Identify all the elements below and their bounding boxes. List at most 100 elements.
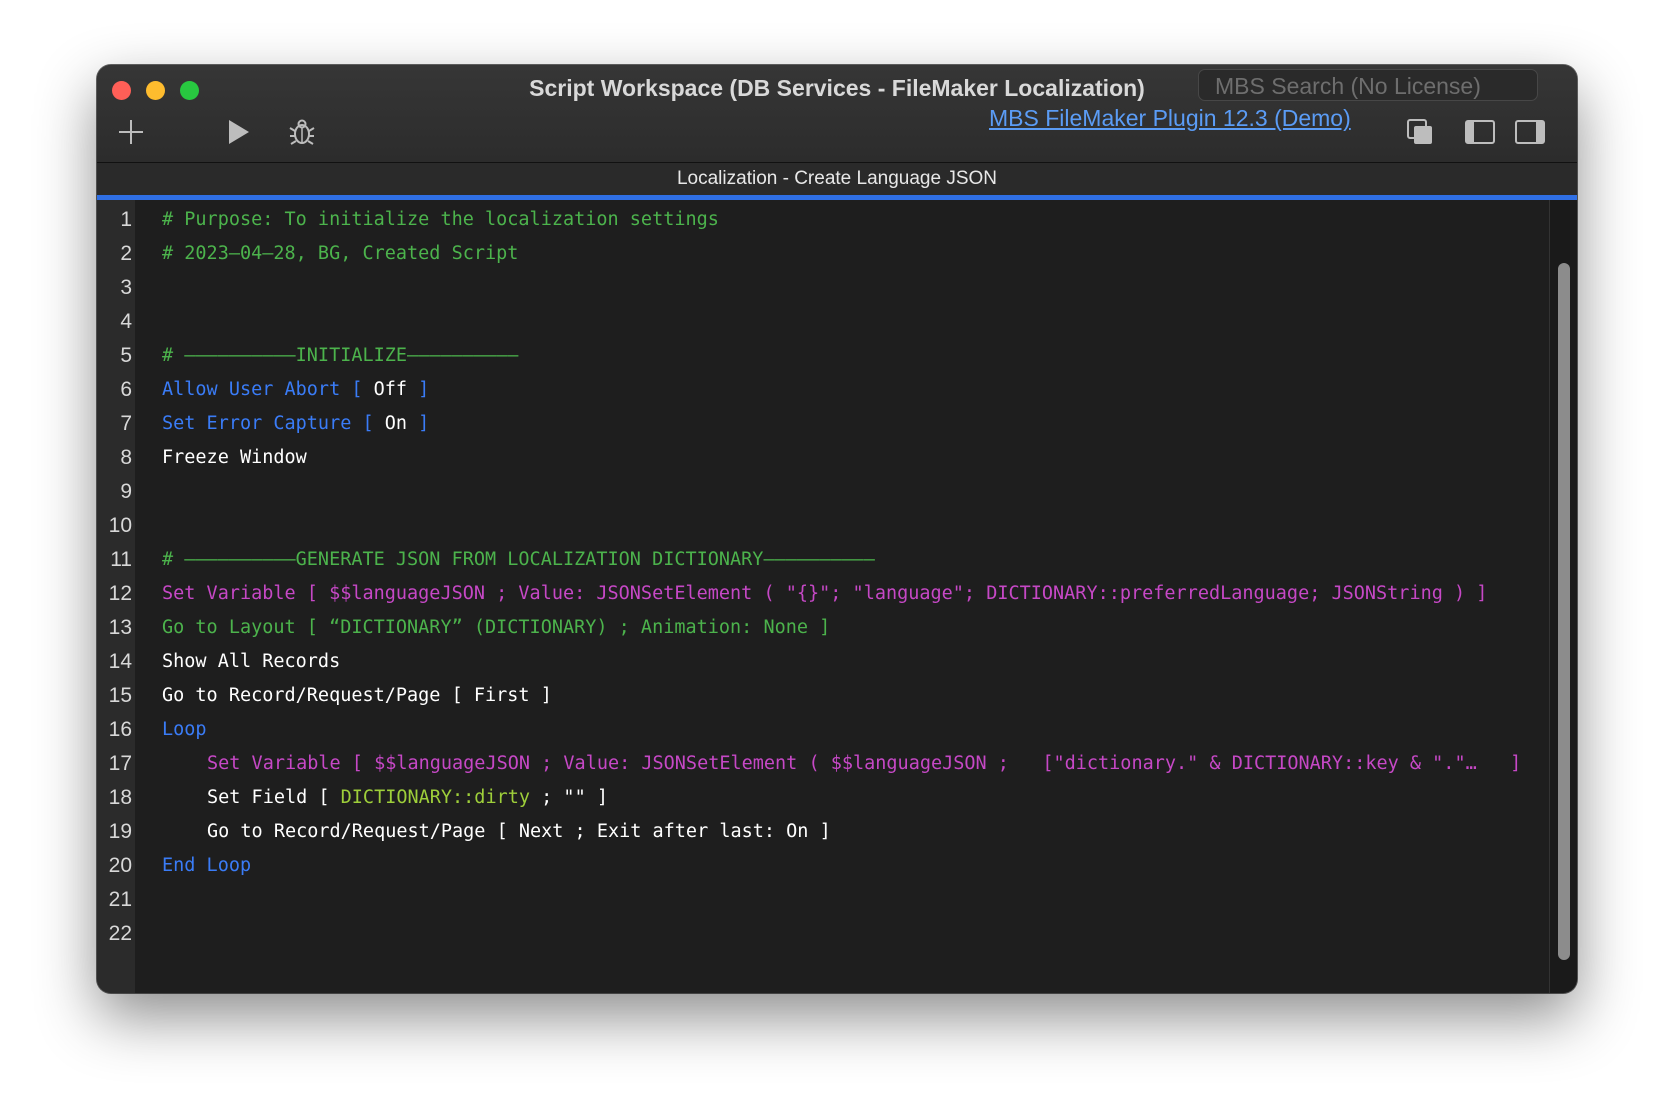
code-token: # 2023–04–28, BG, Created Script — [162, 243, 519, 264]
mbs-search-input[interactable]: MBS Search (No License) — [1198, 69, 1538, 101]
script-line[interactable]: 19 Go to Record/Request/Page [ Next ; Exi… — [97, 814, 1549, 850]
line-number: 4 — [120, 310, 132, 333]
code-token: Show All Records — [162, 651, 341, 672]
line-number: 17 — [108, 752, 132, 775]
script-step[interactable]: Go to Record/Request/Page [ Next ; Exit … — [207, 814, 831, 850]
code-token: DICTIONARY::dirty — [340, 787, 531, 808]
script-line[interactable]: 9 — [97, 474, 1549, 510]
line-number: 12 — [108, 582, 132, 605]
script-line[interactable]: 2 # 2023–04–28, BG, Created Script — [97, 236, 1549, 272]
line-number: 15 — [108, 684, 132, 707]
code-token: Set Variable [ $$languageJSON ; Value: J… — [162, 583, 1488, 604]
code-token: Set Field [ — [207, 787, 341, 808]
script-line[interactable]: 22 — [97, 916, 1549, 952]
zoom-window-button[interactable] — [180, 81, 199, 100]
code-token: Set Variable [ $$languageJSON ; Value: J… — [207, 753, 1522, 774]
line-number: 16 — [108, 718, 132, 741]
right-sidebar-icon — [1515, 120, 1545, 144]
minimize-window-button[interactable] — [146, 81, 165, 100]
line-number: 18 — [108, 786, 132, 809]
script-step[interactable]: # Purpose: To initialize the localizatio… — [162, 202, 719, 238]
script-line[interactable]: 1 # Purpose: To initialize the localizati… — [97, 202, 1549, 238]
code-token: # ––––––––––INITIALIZE–––––––––– — [162, 345, 519, 366]
script-line[interactable]: 18 Set Field [ DICTIONARY::dirty ; "" ] — [97, 780, 1549, 816]
script-line[interactable]: 11 # ––––––––––GENERATE JSON FROM LOCALIZ… — [97, 542, 1549, 578]
new-script-button[interactable] — [114, 115, 148, 149]
debug-script-button[interactable] — [285, 115, 319, 149]
script-line[interactable]: 21 — [97, 882, 1549, 918]
code-token: On — [384, 413, 408, 434]
line-number: 5 — [120, 344, 132, 367]
title-bar: Script Workspace (DB Services - FileMake… — [97, 65, 1577, 163]
code-token: Go to Record/Request/Page [ Next ; Exit … — [207, 821, 831, 842]
code-token: ] — [407, 413, 430, 434]
script-step[interactable]: Set Variable [ $$languageJSON ; Value: J… — [207, 746, 1521, 782]
script-line[interactable]: 17 Set Variable [ $$languageJSON ; Value:… — [97, 746, 1549, 782]
mbs-plugin-link[interactable]: MBS FileMaker Plugin 12.3 (Demo) — [989, 105, 1351, 132]
script-step[interactable]: Go to Layout [ “DICTIONARY” (DICTIONARY)… — [162, 610, 830, 646]
script-line[interactable]: 6 Allow User Abort [ Off ] — [97, 372, 1549, 408]
plus-icon — [119, 120, 143, 144]
code-token: Go to Record/Request/Page [ First ] — [162, 685, 552, 706]
line-number: 1 — [120, 208, 132, 231]
script-line[interactable]: 14 Show All Records — [97, 644, 1549, 680]
script-step[interactable]: Loop — [162, 712, 207, 748]
code-token: ; "" ] — [530, 787, 608, 808]
line-number: 19 — [108, 820, 132, 843]
code-token: Freeze Window — [162, 447, 307, 468]
script-step[interactable]: Set Error Capture [ On ] — [162, 406, 429, 442]
script-step[interactable]: Show All Records — [162, 644, 340, 680]
line-number: 20 — [108, 854, 132, 877]
script-step[interactable]: # 2023–04–28, BG, Created Script — [162, 236, 518, 272]
script-line[interactable]: 7 Set Error Capture [ On ] — [97, 406, 1549, 442]
script-line[interactable]: 13 Go to Layout [ “DICTIONARY” (DICTIONAR… — [97, 610, 1549, 646]
play-icon — [229, 120, 249, 144]
line-number: 8 — [120, 446, 132, 469]
bug-icon — [289, 119, 315, 145]
toggle-right-sidebar-button[interactable] — [1513, 115, 1547, 149]
script-step[interactable]: Set Variable [ $$languageJSON ; Value: J… — [162, 576, 1487, 612]
line-number: 2 — [120, 242, 132, 265]
close-window-button[interactable] — [112, 81, 131, 100]
copy-windows-button[interactable] — [1403, 115, 1437, 149]
left-sidebar-icon — [1465, 120, 1495, 144]
script-line[interactable]: 3 — [97, 270, 1549, 306]
script-line[interactable]: 12 Set Variable [ $$languageJSON ; Value:… — [97, 576, 1549, 612]
line-number: 3 — [120, 276, 132, 299]
script-line[interactable]: 20 End Loop — [97, 848, 1549, 884]
line-number: 9 — [120, 480, 132, 503]
script-line[interactable]: 4 — [97, 304, 1549, 340]
code-token: ] — [407, 379, 430, 400]
script-line[interactable]: 5 # ––––––––––INITIALIZE–––––––––– — [97, 338, 1549, 374]
script-step[interactable]: Freeze Window — [162, 440, 307, 476]
script-line[interactable]: 8 Freeze Window — [97, 440, 1549, 476]
line-number: 22 — [108, 922, 132, 945]
toggle-left-sidebar-button[interactable] — [1463, 115, 1497, 149]
script-line[interactable]: 15 Go to Record/Request/Page [ First ] — [97, 678, 1549, 714]
code-token: Loop — [162, 719, 207, 740]
script-step[interactable]: # ––––––––––GENERATE JSON FROM LOCALIZAT… — [162, 542, 875, 578]
line-number: 6 — [120, 378, 132, 401]
code-token: # ––––––––––GENERATE JSON FROM LOCALIZAT… — [162, 549, 875, 570]
code-token: # Purpose: To initialize the localizatio… — [162, 209, 719, 230]
line-number: 21 — [108, 888, 132, 911]
script-step[interactable]: Set Field [ DICTIONARY::dirty ; "" ] — [207, 780, 608, 816]
scrollbar-thumb[interactable] — [1558, 263, 1570, 960]
script-step[interactable]: Go to Record/Request/Page [ First ] — [162, 678, 552, 714]
script-step[interactable]: # ––––––––––INITIALIZE–––––––––– — [162, 338, 518, 374]
script-step[interactable]: End Loop — [162, 848, 251, 884]
copy-windows-icon — [1407, 119, 1432, 144]
line-number: 13 — [108, 616, 132, 639]
script-editor[interactable]: 1 # Purpose: To initialize the localizati… — [97, 200, 1549, 993]
code-token: Set Error Capture [ — [162, 413, 385, 434]
run-script-button[interactable] — [221, 115, 255, 149]
code-token: End Loop — [162, 855, 252, 876]
code-token: Go to Layout [ “DICTIONARY” (DICTIONARY)… — [162, 617, 831, 638]
line-number: 10 — [108, 514, 132, 537]
code-token: Off — [373, 379, 408, 400]
script-tab[interactable]: Localization - Create Language JSON — [97, 163, 1577, 195]
script-line[interactable]: 10 — [97, 508, 1549, 544]
script-workspace-window: Script Workspace (DB Services - FileMake… — [97, 65, 1577, 993]
script-line[interactable]: 16 Loop — [97, 712, 1549, 748]
script-step[interactable]: Allow User Abort [ Off ] — [162, 372, 429, 408]
